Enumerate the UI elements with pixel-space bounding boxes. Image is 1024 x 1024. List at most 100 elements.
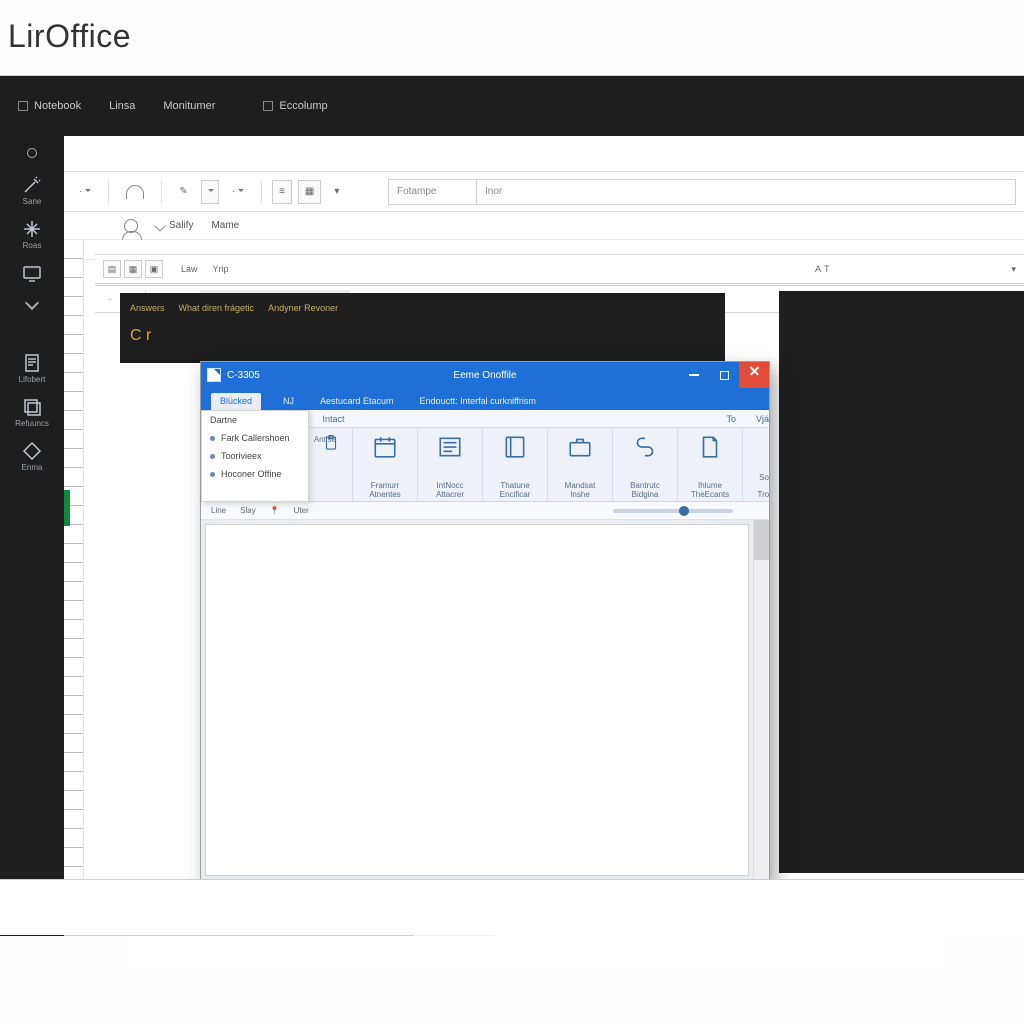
bullet-icon xyxy=(210,472,215,477)
quick-item-pin[interactable]: 📍 xyxy=(266,506,284,515)
subbar-salify[interactable]: Salify xyxy=(156,220,193,231)
topbar-item-linsa[interactable]: Linsa xyxy=(109,100,135,112)
quick-item[interactable]: Slay xyxy=(236,506,260,515)
quick-item[interactable]: Line xyxy=(207,506,230,515)
side-menu-item[interactable]: Fark Callershoen xyxy=(202,429,308,447)
sidebar-item-lifobert[interactable]: Lifobert xyxy=(8,354,56,384)
word-tab[interactable]: NJ xyxy=(279,393,298,410)
font-size-input[interactable]: Inor xyxy=(476,179,1016,205)
letter-a-icon[interactable]: A xyxy=(815,264,821,274)
maximize-button[interactable] xyxy=(709,362,739,388)
topbar-label: Monitumer xyxy=(163,100,215,112)
topbar-label: Notebook xyxy=(34,100,81,112)
word-vscrollbar[interactable] xyxy=(753,520,769,880)
list-icon[interactable] xyxy=(435,432,465,462)
green-menu-item[interactable]: Answers xyxy=(130,303,165,313)
sidebar-item-refuuncs[interactable]: Refuuncs xyxy=(8,398,56,428)
calendar-icon[interactable] xyxy=(370,432,400,462)
word-side-menu: Dartne Fark Callershoen Toorivieex Hocon… xyxy=(201,410,309,502)
green-menu-item[interactable]: Andyner Revoner xyxy=(268,303,338,313)
mini-label-yrip[interactable]: Yrip xyxy=(207,264,235,274)
wand-icon xyxy=(22,176,42,194)
slider-knob[interactable] xyxy=(679,506,689,516)
mini-label-law[interactable]: Law xyxy=(175,264,204,274)
writer-toolbar: · ✎ · ≡ ▦ ▾ Fotampe Inor xyxy=(64,172,1024,212)
mini-btn[interactable]: ▤ xyxy=(103,260,121,278)
clipboard-icon[interactable] xyxy=(764,432,770,462)
word-tab[interactable]: Aestucard Etacum xyxy=(316,393,398,410)
more-dropdown[interactable]: · xyxy=(225,180,251,204)
dark-inset-top: C r Answers What diren frágetic Andyner … xyxy=(120,293,725,363)
page-icon[interactable] xyxy=(695,432,725,462)
diamond-icon xyxy=(22,442,42,460)
screen-icon xyxy=(22,264,42,282)
sidebar-item-enma[interactable]: Enma xyxy=(8,442,56,472)
side-menu-tag: Antise xyxy=(314,435,336,444)
notebook-icon[interactable] xyxy=(500,432,530,462)
pen-tool-icon[interactable]: ✎ xyxy=(172,180,194,204)
green-marker xyxy=(64,490,70,526)
word-window: C-3305 Eeme Onoffile Blücked NJ Aestucar… xyxy=(200,361,770,881)
word-tabs: Blücked NJ Aestucard Etacum Endouctt: In… xyxy=(201,388,769,410)
word-tab-home[interactable]: Blücked xyxy=(211,393,261,410)
topbar-item-notebook[interactable]: Notebook xyxy=(18,100,81,112)
subbar-person[interactable] xyxy=(124,219,138,233)
ribbon-group-5: Ihlume TheEcants xyxy=(678,428,743,501)
green-menu-item[interactable]: What diren frágetic xyxy=(179,303,255,313)
page-title: LirOffice xyxy=(0,0,1024,75)
scrollbar-thumb[interactable] xyxy=(754,520,769,560)
word-document-area xyxy=(201,520,769,880)
caret-tool[interactable]: ▾ xyxy=(327,180,346,204)
subtab[interactable]: Intact xyxy=(323,414,345,424)
circle-icon xyxy=(27,148,37,158)
briefcase-icon[interactable] xyxy=(565,432,595,462)
letter-t-icon[interactable]: T xyxy=(824,264,830,274)
sidebar-item-sane[interactable]: Sane xyxy=(8,176,56,206)
sidebar: Sane Roas Lifobert Refuuncs Enma xyxy=(0,136,64,936)
writer-subbar: Salify Mame xyxy=(64,212,1024,240)
ribbon-group-2: Thatune Encificar xyxy=(483,428,548,501)
subtab[interactable]: To xyxy=(726,414,736,424)
ribbon-group-1: IntNocc Attacrer xyxy=(418,428,483,501)
side-menu-header: Dartne xyxy=(202,411,308,429)
sidebar-circle[interactable] xyxy=(8,144,56,162)
ribbon-group-0: Framurr Atnentes xyxy=(353,428,418,501)
sidebar-item-roas[interactable]: Roas xyxy=(8,220,56,250)
word-tab[interactable]: Endouctt: Interfal curkniffrism xyxy=(416,393,540,410)
side-menu-item[interactable]: Hoconer Offine xyxy=(202,465,308,483)
topbar-item-eccolump[interactable]: Eccolump xyxy=(263,100,327,112)
close-button[interactable] xyxy=(739,362,769,388)
minimize-button[interactable] xyxy=(679,362,709,388)
word-titlebar[interactable]: C-3305 Eeme Onoffile xyxy=(201,362,769,388)
toolbar-dropdown[interactable]: · xyxy=(72,180,98,204)
subtab[interactable]: Vjá xyxy=(756,414,769,424)
grid-tool[interactable]: ▦ xyxy=(298,180,321,204)
subbar-mame[interactable]: Mame xyxy=(211,220,239,231)
sidebar-item-screen[interactable] xyxy=(8,264,56,282)
writer-font-fields: Fotampe Inor xyxy=(388,179,1016,205)
sidebar-collapse[interactable] xyxy=(8,298,56,308)
arc-tool-icon[interactable] xyxy=(119,180,151,204)
check-icon xyxy=(154,220,165,231)
color-dropdown[interactable] xyxy=(201,180,219,204)
desktop: Notebook Linsa Monitumer Eccolump Sane R… xyxy=(0,75,1024,935)
mini-btn[interactable]: ▦ xyxy=(124,260,142,278)
link-icon[interactable] xyxy=(630,432,660,462)
side-menu-item[interactable]: Toorivieex xyxy=(202,447,308,465)
align-tool[interactable]: ≡ xyxy=(272,180,292,204)
writer-mini-toolbar: ▤ ▦ ▣ Law Yrip A T ▾ xyxy=(95,254,1024,284)
topbar-item-monitor[interactable]: Monitumer xyxy=(163,100,215,112)
topbar-label: Linsa xyxy=(109,100,135,112)
quick-item[interactable]: Uter xyxy=(290,506,313,515)
font-name-input[interactable]: Fotampe xyxy=(388,179,476,205)
vertical-ruler xyxy=(64,240,84,936)
topbar-label: Eccolump xyxy=(279,100,327,112)
ribbon-group-6: Solinyocas Cann Trocatelrion xyxy=(743,428,769,501)
outer-bottom-strip xyxy=(0,879,1024,935)
mini-btn[interactable]: ▣ xyxy=(145,260,163,278)
mini-dropdown[interactable]: ▾ xyxy=(1011,264,1016,275)
word-page[interactable] xyxy=(205,524,749,876)
zoom-slider[interactable] xyxy=(613,509,733,513)
person-icon xyxy=(124,219,138,233)
green-menu: Answers What diren frágetic Andyner Revo… xyxy=(130,303,338,313)
